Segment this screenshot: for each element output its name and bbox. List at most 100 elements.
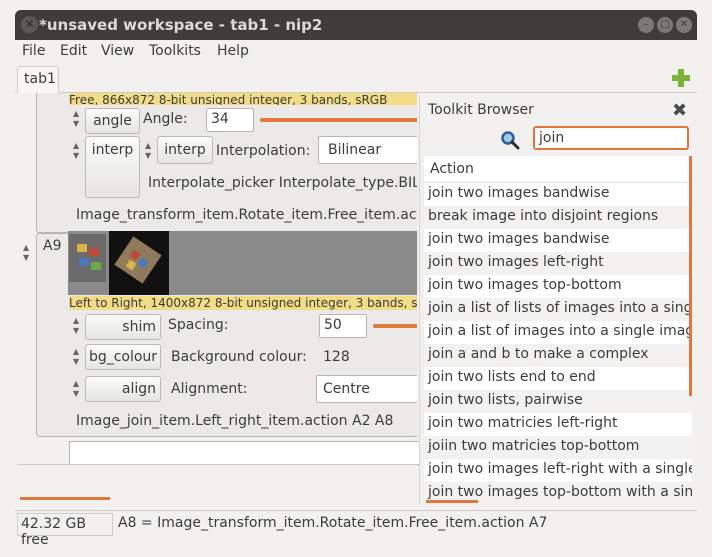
free-space-label: 42.32 GB free [21,516,86,548]
angle-value: 34 [211,111,229,127]
list-item[interactable]: join a and b to make a complex [424,344,692,367]
tab-bar: tab1 [15,64,697,93]
list-item[interactable]: join two lists, pairwise [424,390,692,413]
row-expression-a8: Image_transform_item.Rotate_item.Free_it… [76,207,417,223]
free-space-indicator: 42.32 GB free [17,513,113,548]
expand-arrows-icon[interactable]: ▲ ▼ [73,141,79,161]
list-item[interactable]: join two images left-right [424,252,692,275]
column-header-label: Action [430,161,474,177]
spacing-input[interactable]: 50 [319,314,367,338]
expand-arrows-icon[interactable]: ▲ ▼ [73,379,79,399]
list-item[interactable]: join two matricies left-right [424,413,692,436]
align-label: align [121,381,156,397]
list-item[interactable]: break image into disjoint regions [424,206,692,229]
list-item-label: join two images top-bottom with a single [428,484,692,500]
angle-label: Angle: [143,111,188,127]
shim-button[interactable]: shim [85,314,161,340]
search-icon [500,130,520,150]
close-icon[interactable]: ✖ [672,100,687,121]
bg-colour-button[interactable]: bg_colour [85,344,161,370]
interp-inner-button[interactable]: interp [157,136,213,164]
list-item[interactable]: join two images bandwise [424,183,692,206]
background-colour-label: Background colour: [171,349,307,365]
list-item[interactable]: join two lists end to end [424,367,692,390]
interp-button[interactable]: interp [85,136,140,198]
list-item-label: join two images left-right with a single… [428,461,692,477]
image-info-a8: Free, 866x872 8-bit unsigned integer, 3 … [69,93,417,105]
list-item[interactable]: join two images bandwise [424,229,692,252]
image-info-a9: Left to Right, 1400x872 8-bit unsigned i… [69,296,417,310]
status-message: A8 = Image_transform_item.Rotate_item.Fr… [118,515,548,531]
list-item[interactable]: join a list of lists of images into a si… [424,298,692,321]
background-colour-value: 128 [323,349,350,365]
row-expand-icon[interactable]: ▲ ▼ [23,243,29,263]
minimize-icon[interactable]: – [638,17,654,33]
spacing-slider[interactable] [373,324,417,328]
title-bar: ✕ *unsaved workspace - tab1 - nip2 – □ ✕ [15,10,697,40]
toolkit-browser-title: Toolkit Browser [428,102,534,118]
expand-arrows-icon[interactable]: ▲ ▼ [145,141,151,161]
list-item[interactable]: join a list of images into a single imag… [424,321,692,344]
list-item-label: join a list of lists of images into a si… [428,300,692,316]
list-item-label: join two lists, pairwise [428,392,583,408]
menu-toolkits[interactable]: Toolkits [149,43,201,59]
menu-edit[interactable]: Edit [60,43,87,59]
list-item-label: join a list of images into a single imag… [428,323,692,339]
search-input[interactable]: join [533,126,689,150]
interpolation-label: Interpolation: [216,143,311,159]
row-name-a9[interactable]: A9 [43,238,61,254]
maximize-icon[interactable]: □ [657,17,673,33]
command-input[interactable] [69,441,421,465]
thumbnail-image[interactable] [69,234,106,282]
alignment-select[interactable]: Centre [316,375,417,403]
list-item[interactable]: join two images top-bottom [424,275,692,298]
menu-help[interactable]: Help [217,43,249,59]
menu-view[interactable]: View [101,43,134,59]
tab-label: tab1 [24,71,56,87]
list-item-label: join two images top-bottom [428,277,622,293]
tab-tab1[interactable]: tab1 [17,66,59,93]
expand-arrows-icon[interactable]: ▲ ▼ [73,316,79,336]
shim-label: shim [122,319,156,335]
status-bar: 42.32 GB free A8 = Image_transform_item.… [15,510,697,548]
angle-slider[interactable] [260,118,417,122]
list-item[interactable]: joiin two matricies top-bottom [424,436,692,459]
list-item-label: join two lists end to end [428,369,596,385]
list-item-label: join a and b to make a complex [428,346,649,362]
alignment-value: Centre [323,381,370,397]
interpolation-value: Bilinear [328,142,382,158]
expand-arrows-icon[interactable]: ▲ ▼ [73,347,79,367]
list-item-label: join two images bandwise [428,231,610,247]
spacing-value: 50 [324,317,342,333]
angle-input[interactable]: 34 [206,108,254,132]
vertical-scrollbar[interactable] [689,156,692,396]
action-list[interactable]: Action join two images bandwise break im… [424,156,692,504]
interpolate-caption: Interpolate_picker Interpolate_type.BIL [148,175,417,191]
close-window-icon[interactable]: ✕ [21,16,38,33]
close-icon[interactable]: ✕ [676,17,692,33]
align-button[interactable]: align [85,376,161,402]
list-item-label: join two images left-right [428,254,604,270]
thumbnail-image[interactable] [109,231,169,295]
horizontal-scrollbar[interactable] [426,500,478,503]
expand-arrows-icon[interactable]: ▲ ▼ [73,109,79,129]
divider [17,464,417,465]
alignment-label: Alignment: [171,381,248,397]
window-title: *unsaved workspace - tab1 - nip2 [39,16,323,34]
angle-button[interactable]: angle [85,108,140,134]
menu-bar: File Edit View Toolkits Help [15,40,697,64]
column-header-action[interactable]: Action [424,156,692,183]
list-item-label: break image into disjoint regions [428,208,659,224]
list-item-label: join two matricies left-right [428,415,618,431]
toolkit-browser: Toolkit Browser ✖ join Action join two i… [419,96,698,504]
list-item-label: join two images bandwise [428,185,610,201]
spacing-label: Spacing: [168,317,229,333]
list-item-label: joiin two matricies top-bottom [428,438,640,454]
list-item[interactable]: join two images left-right with a single… [424,459,692,482]
row-expression-a9: Image_join_item.Left_right_item.action A… [76,413,394,429]
interpolation-select[interactable]: Bilinear [318,136,417,164]
app-window: ✕ *unsaved workspace - tab1 - nip2 – □ ✕… [0,0,712,557]
menu-file[interactable]: File [22,43,45,59]
horizontal-scrollbar[interactable] [20,497,110,500]
add-tab-icon[interactable] [672,69,690,87]
